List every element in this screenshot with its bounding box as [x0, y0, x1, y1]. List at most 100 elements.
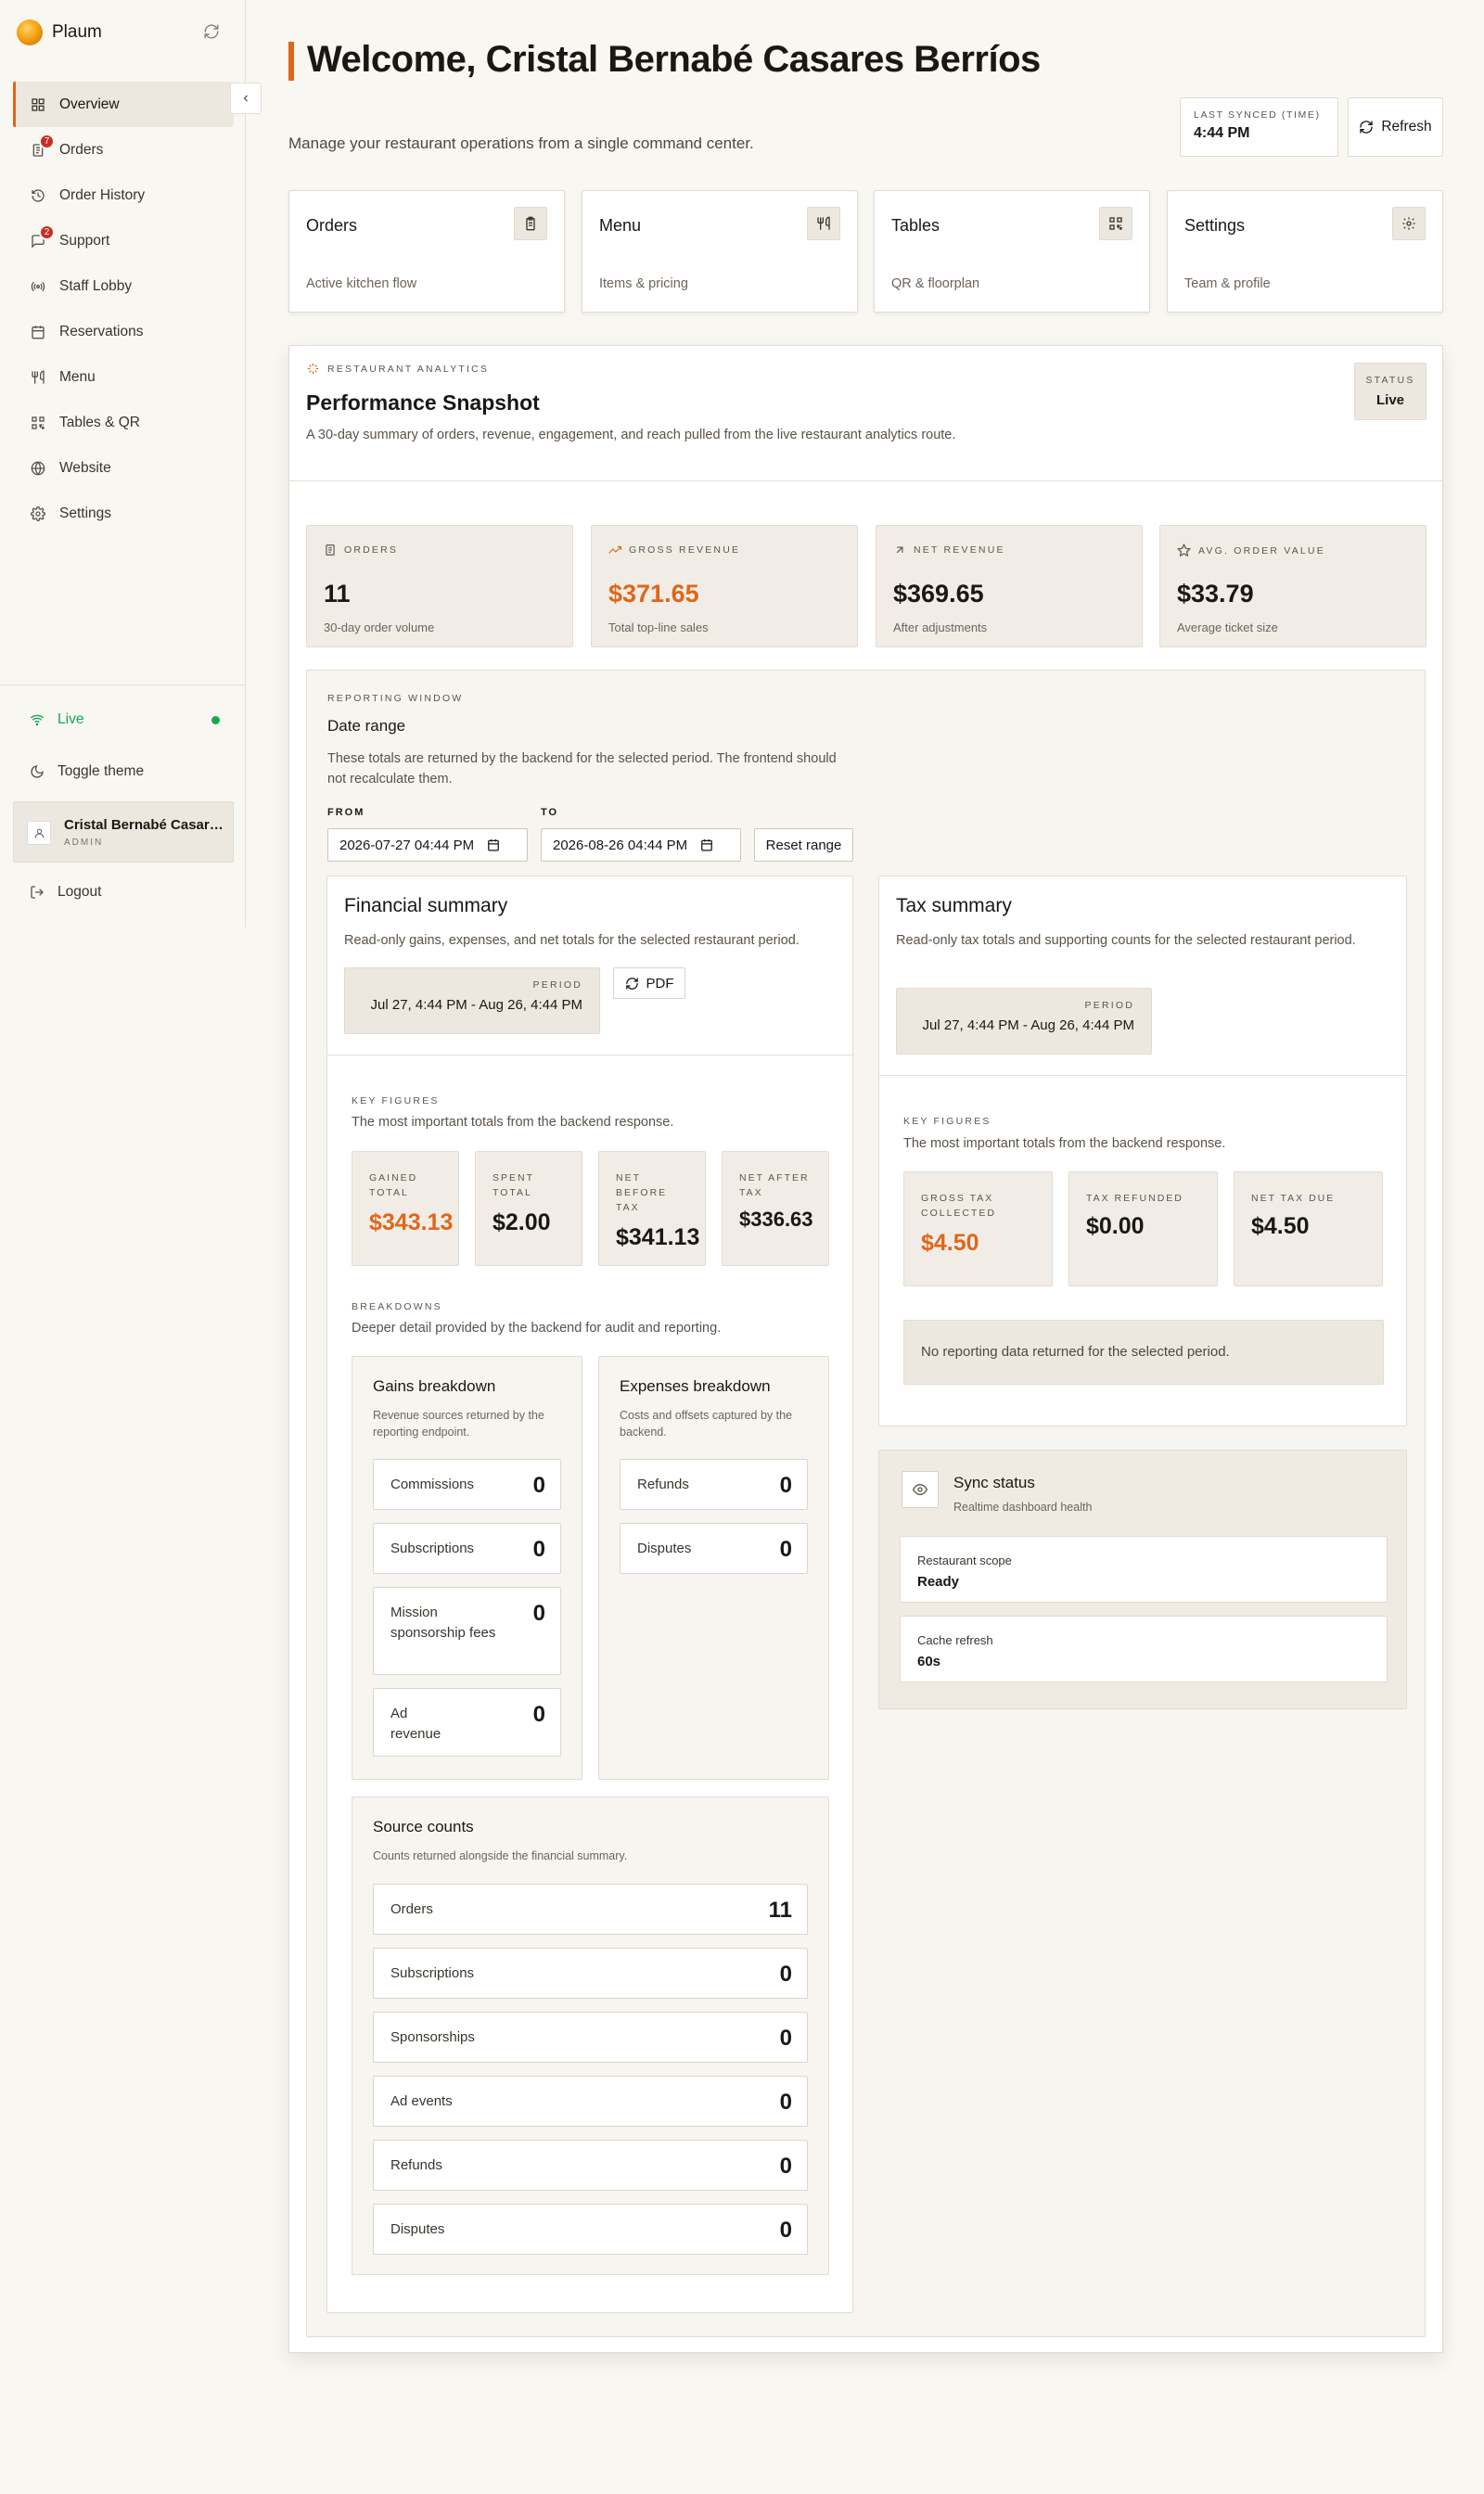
key-figure-gained-total: GAINED TOTAL $343.13 — [352, 1151, 459, 1266]
period-value: Jul 27, 4:44 PM - Aug 26, 4:44 PM — [370, 997, 582, 1013]
key-figure-net-after-tax: NET AFTER TAX $336.63 — [722, 1151, 829, 1266]
sidebar-item-overview[interactable]: Overview — [13, 82, 234, 127]
user-name: Cristal Bernabé Casares Berríos — [64, 817, 224, 833]
row-label: Orders — [390, 1901, 433, 1917]
live-label: Live — [58, 711, 84, 727]
pdf-label: PDF — [646, 975, 674, 991]
calendar-icon[interactable] — [700, 838, 713, 851]
key-figure-label: NET TAX DUE — [1251, 1193, 1336, 1204]
analytics-eyebrow: RESTAURANT ANALYTICS — [306, 362, 489, 376]
source-row: Refunds 0 — [373, 2140, 808, 2191]
to-date-input[interactable]: 2026-08-26 04:44 PM — [541, 828, 741, 862]
user-role: ADMIN — [64, 838, 104, 848]
key-figure-value: $4.50 — [921, 1230, 979, 1256]
sidebar-item-menu[interactable]: Menu — [13, 354, 234, 400]
stat-card-avg-order-value: AVG. ORDER VALUE $33.79 Average ticket s… — [1159, 525, 1426, 647]
quick-card-settings[interactable]: Settings Team & profile — [1167, 190, 1443, 313]
gear-icon — [1392, 207, 1426, 240]
wifi-icon — [30, 712, 45, 727]
history-icon — [30, 187, 46, 204]
key-figures-eyebrow: KEY FIGURES — [352, 1095, 440, 1106]
panel-divider — [289, 480, 1442, 481]
row-value: 0 — [779, 2090, 792, 2115]
brand-logo — [17, 19, 43, 45]
gains-row: Mission sponsorship fees 0 — [373, 1587, 561, 1675]
logout-button[interactable]: Logout — [30, 877, 101, 907]
sidebar-item-staff-lobby[interactable]: Staff Lobby — [13, 263, 234, 309]
source-row: Disputes 0 — [373, 2204, 808, 2255]
grid-icon — [30, 96, 46, 113]
trending-up-icon — [608, 544, 621, 556]
sidebar-item-label: Settings — [59, 505, 112, 521]
expenses-row: Refunds 0 — [620, 1459, 808, 1510]
sidebar-item-label: Website — [59, 459, 111, 476]
stat-card-orders: ORDERS 11 30-day order volume — [306, 525, 573, 647]
receipt-icon — [324, 544, 337, 556]
source-counts: Source counts Counts returned alongside … — [352, 1797, 829, 2275]
financial-title: Financial summary — [344, 895, 508, 916]
refresh-button[interactable]: Refresh — [1348, 97, 1443, 157]
financial-period-box: PERIOD Jul 27, 4:44 PM - Aug 26, 4:44 PM — [344, 967, 600, 1034]
key-figure-value: $2.00 — [493, 1209, 551, 1235]
collapse-sidebar-button[interactable] — [230, 83, 262, 114]
quick-card-title: Menu — [599, 216, 642, 235]
key-figure-value: $336.63 — [739, 1208, 813, 1231]
user-card[interactable]: Cristal Bernabé Casares Berríos ADMIN — [13, 801, 234, 863]
support-badge: 2 — [39, 224, 55, 240]
quick-card-orders[interactable]: Orders Active kitchen flow — [288, 190, 565, 313]
stat-subtitle: 30-day order volume — [324, 620, 435, 634]
key-figure-net-before-tax: NET BEFORE TAX $341.13 — [598, 1151, 706, 1266]
stat-value: 11 — [324, 580, 351, 608]
refresh-icon — [1359, 120, 1374, 134]
row-label: Subscriptions — [390, 1965, 475, 1981]
pdf-button[interactable]: PDF — [613, 967, 685, 999]
sidebar-item-website[interactable]: Website — [13, 445, 234, 491]
sync-row-label: Restaurant scope — [917, 1554, 1012, 1567]
logout-label: Logout — [58, 884, 102, 900]
last-synced-label: LAST SYNCED (TIME) — [1194, 109, 1321, 121]
row-label: Ad revenue — [390, 1706, 441, 1742]
last-synced-box: LAST SYNCED (TIME) 4:44 PM — [1180, 97, 1338, 157]
stat-subtitle: Average ticket size — [1177, 620, 1278, 634]
source-counts-title: Source counts — [373, 1818, 474, 1835]
key-figure-label-line: SPENT — [493, 1172, 535, 1183]
calendar-icon[interactable] — [487, 838, 500, 851]
sync-icon[interactable] — [202, 22, 221, 41]
sidebar-item-tables-qr[interactable]: Tables & QR — [13, 400, 234, 445]
sidebar-item-settings[interactable]: Settings — [13, 491, 234, 536]
stat-label-row: NET REVENUE — [893, 544, 1005, 556]
last-synced-time: 4:44 PM — [1194, 125, 1250, 141]
sidebar-item-orders[interactable]: 7 Orders — [13, 127, 234, 173]
page-subtitle: Manage your restaurant operations from a… — [288, 134, 754, 152]
stat-label-row: ORDERS — [324, 544, 398, 556]
sidebar-item-order-history[interactable]: Order History — [13, 173, 234, 218]
sidebar-item-support[interactable]: 2 Support — [13, 218, 234, 263]
stat-label: GROSS REVENUE — [629, 544, 741, 556]
quick-card-tables[interactable]: Tables QR & floorplan — [874, 190, 1150, 313]
brand-name: Plaum — [52, 22, 102, 42]
from-date-input[interactable]: 2026-07-27 04:44 PM — [327, 828, 528, 862]
breakdowns-description: Deeper detail provided by the backend fo… — [352, 1321, 722, 1336]
key-figure-label: NET AFTER TAX — [739, 1170, 810, 1200]
source-counts-description: Counts returned alongside the financial … — [373, 1849, 628, 1862]
quick-card-subtitle: Items & pricing — [599, 276, 688, 291]
key-figure-value: $341.13 — [616, 1224, 700, 1250]
broadcast-icon — [30, 278, 46, 295]
sidebar-item-label: Orders — [59, 141, 104, 158]
row-label: Mission sponsorship fees — [390, 1605, 496, 1641]
reset-range-button[interactable]: Reset range — [754, 828, 853, 862]
live-indicator: Live — [30, 705, 220, 735]
toggle-theme-button[interactable]: Toggle theme — [30, 757, 144, 787]
quick-card-menu[interactable]: Menu Items & pricing — [582, 190, 858, 313]
logout-icon — [30, 885, 45, 900]
sidebar-item-label: Tables & QR — [59, 414, 141, 430]
key-figure-label: GROSS TAX COLLECTED — [921, 1191, 996, 1221]
gains-title: Gains breakdown — [373, 1377, 496, 1395]
tax-title: Tax summary — [896, 895, 1012, 916]
toggle-theme-label: Toggle theme — [58, 763, 145, 779]
globe-icon — [30, 460, 46, 477]
brand[interactable]: Plaum — [17, 19, 102, 45]
status-label: STATUS — [1365, 375, 1415, 386]
key-figure-label-line: GAINED — [369, 1172, 418, 1183]
sidebar-item-reservations[interactable]: Reservations — [13, 309, 234, 354]
